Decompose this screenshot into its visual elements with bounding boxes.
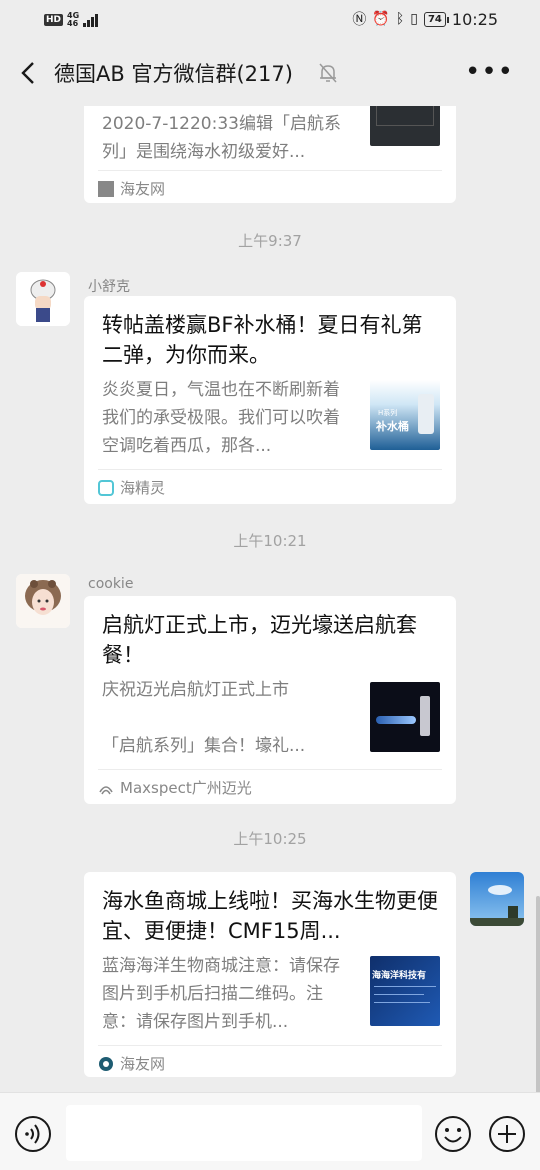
avatar[interactable] bbox=[16, 272, 70, 326]
status-right: Ⓝ ⏰ ᛒ ▯ 74 10:25 bbox=[352, 9, 498, 29]
avatar[interactable] bbox=[16, 574, 70, 628]
network-sub-label: 46 bbox=[67, 19, 79, 28]
card-source: 海友网 bbox=[98, 1053, 165, 1074]
thumb-sub-label: H系列 bbox=[378, 409, 398, 417]
card-divider bbox=[98, 1045, 442, 1046]
card-divider bbox=[98, 469, 442, 470]
more-options-button[interactable]: ••• bbox=[465, 59, 514, 85]
thumb-label: 海海洋科技有 bbox=[372, 971, 427, 981]
scrollbar[interactable] bbox=[536, 896, 540, 1092]
network-type: 4G 46 bbox=[67, 12, 79, 28]
card-title: 转帖盖楼赢BF补水桶！夏日有礼第二弹，为你而来。 bbox=[102, 313, 423, 367]
card-title: 海水鱼商城上线啦！买海水生物更便宜、更便捷！CMF15周... bbox=[102, 889, 438, 943]
source-name: 海精灵 bbox=[120, 479, 166, 497]
card-thumbnail bbox=[370, 106, 440, 146]
card-source: 海友网 bbox=[98, 178, 165, 199]
chat-area[interactable]: 2020-7-1220:33编辑「启航系列」是围绕海水初级爱好... 海友网 上… bbox=[0, 106, 540, 1092]
back-icon[interactable] bbox=[14, 58, 44, 88]
avatar-sky-icon bbox=[470, 872, 524, 926]
nfc-icon: Ⓝ bbox=[352, 12, 367, 28]
link-card[interactable]: 转帖盖楼赢BF补水桶！夏日有礼第二弹，为你而来。 炎炎夏日，气温也在不断刷新着我… bbox=[84, 296, 456, 504]
thumb-label: 补水桶 bbox=[376, 420, 409, 433]
my-avatar[interactable] bbox=[470, 872, 524, 926]
vibrate-icon: ▯ bbox=[410, 11, 418, 27]
source-logo-icon bbox=[98, 1056, 114, 1072]
plus-icon[interactable] bbox=[488, 1115, 526, 1153]
card-description: 2020-7-1220:33编辑「启航系列」是围绕海水初级爱好... bbox=[102, 114, 341, 162]
card-thumbnail bbox=[370, 682, 440, 752]
status-bar: HD 4G 46 Ⓝ ⏰ ᛒ ▯ 74 10:25 bbox=[0, 0, 540, 40]
bluetooth-icon: ᛒ bbox=[395, 11, 405, 27]
chat-title: 德国AB 官方微信群(217) bbox=[54, 62, 293, 86]
signal-icon bbox=[83, 13, 99, 27]
card-source: 海精灵 bbox=[98, 477, 165, 498]
card-title: 启航灯正式上市，迈光壕送启航套餐！ bbox=[102, 613, 417, 667]
card-thumbnail: 海海洋科技有 bbox=[370, 956, 440, 1026]
status-time: 10:25 bbox=[451, 9, 498, 29]
card-description: 蓝海海洋生物商城注意：请保存图片到手机后扫描二维码。注意：请保存图片到手机... bbox=[102, 956, 340, 1032]
link-card[interactable]: 2020-7-1220:33编辑「启航系列」是围绕海水初级爱好... 海友网 bbox=[84, 106, 456, 203]
card-divider bbox=[98, 170, 442, 171]
source-name: 海友网 bbox=[120, 180, 166, 198]
link-card[interactable]: 海水鱼商城上线啦！买海水生物更便宜、更便捷！CMF15周... 蓝海海洋生物商城… bbox=[84, 872, 456, 1077]
sender-name: 小舒克 bbox=[88, 279, 130, 295]
card-description: 炎炎夏日，气温也在不断刷新着我们的承受极限。我们可以吹着空调吃着西瓜，那各... bbox=[102, 380, 340, 456]
link-card[interactable]: 启航灯正式上市，迈光壕送启航套餐！ 庆祝迈光启航灯正式上市 「启航系列」集合！壕… bbox=[84, 596, 456, 804]
avatar-cartoon-icon bbox=[16, 272, 70, 326]
source-logo-icon bbox=[98, 180, 114, 197]
battery-indicator: 74 bbox=[423, 11, 449, 27]
timestamp: 上午9:37 bbox=[238, 232, 302, 250]
avatar-girl-icon bbox=[16, 574, 70, 628]
timestamp: 上午10:25 bbox=[233, 830, 307, 848]
source-name: 海友网 bbox=[120, 1055, 166, 1073]
source-logo-icon bbox=[98, 780, 114, 796]
source-logo-icon bbox=[98, 479, 114, 496]
mute-bell-icon bbox=[319, 63, 337, 83]
alarm-icon: ⏰ bbox=[372, 11, 390, 27]
status-left: HD 4G 46 bbox=[44, 12, 99, 28]
card-source: Maxspect广州迈光 bbox=[98, 777, 252, 798]
message-input[interactable] bbox=[66, 1105, 422, 1161]
source-name: Maxspect广州迈光 bbox=[120, 779, 252, 797]
nav-bar: 德国AB 官方微信群(217) ••• bbox=[0, 40, 540, 106]
input-bar bbox=[0, 1092, 540, 1170]
card-divider bbox=[98, 769, 442, 770]
voice-input-icon[interactable] bbox=[14, 1115, 52, 1153]
timestamp: 上午10:21 bbox=[233, 532, 307, 550]
card-thumbnail: H系列 补水桶 bbox=[370, 380, 440, 450]
card-description: 庆祝迈光启航灯正式上市 「启航系列」集合！壕礼... bbox=[102, 680, 306, 756]
emoji-icon[interactable] bbox=[434, 1115, 472, 1153]
hd-badge: HD bbox=[44, 14, 64, 26]
sender-name: cookie bbox=[88, 576, 134, 592]
